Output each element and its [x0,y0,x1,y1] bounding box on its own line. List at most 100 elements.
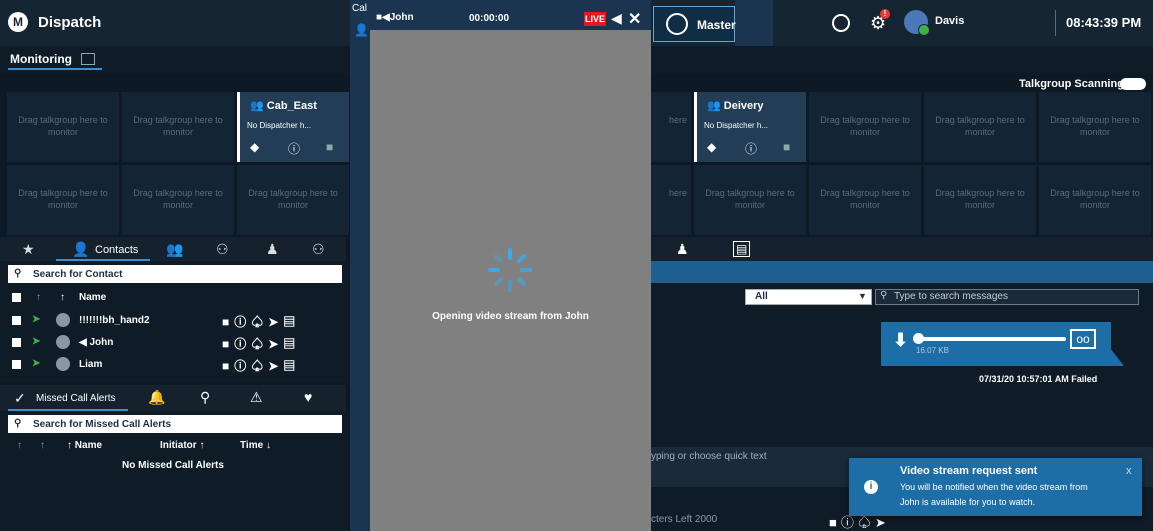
sort-arrow-icon[interactable]: ↑ [17,440,22,451]
row-checkbox[interactable] [12,338,21,347]
toast-body-line2: John is available for you to watch. [900,497,1036,507]
row-checkbox[interactable] [12,316,21,325]
heartbeat-alert-icon[interactable]: ♥ [304,389,312,405]
group-call-icon[interactable]: ♟ [266,241,279,258]
sort-arrow-icon[interactable]: ↑ [36,292,41,303]
search-icon: ⚲ [14,268,22,279]
monitor-slot-empty[interactable]: Drag talkgroup here to monitor [7,165,119,235]
monitor-slot-empty[interactable]: Drag talkgroup here to monitor [924,92,1036,162]
bell-alert-icon[interactable]: 🔔 [148,389,165,406]
tab-missed-call-alerts[interactable]: Missed Call Alerts [36,393,115,404]
slot-hint: Drag talkgroup here to monitor [133,115,223,137]
monitor-slot-empty[interactable]: Drag talkgroup here to monitor [809,165,921,235]
missed-initiator-column-header[interactable]: Initiator ↑ [160,440,204,451]
audio-progress-bar[interactable] [916,337,1066,341]
contact-actions[interactable]: ■ⓘ♤➤▤ [222,357,300,374]
missed-time-column-header[interactable]: Time ↓ [240,440,271,451]
talkgroup-name: 👥 Deivery [707,100,764,112]
slot-hint: Drag talkgroup here to monitor [18,188,108,210]
speaker-icon[interactable]: ◀ [611,10,622,27]
name-column-header[interactable]: Name [79,292,106,303]
missed-call-search-placeholder: Search for Missed Call Alerts [33,419,172,430]
contact-row[interactable]: ➤ Liam ■ⓘ♤➤▤ [0,356,346,378]
favorites-star-icon[interactable]: ★ [22,241,35,258]
talkgroup-scanning-toggle[interactable] [1120,78,1146,90]
contact-search-placeholder: Search for Contact [33,269,123,280]
scan-icon[interactable] [832,14,850,32]
chat-title-bar [651,261,1153,283]
monitor-slot-partial[interactable]: here [651,92,691,162]
monitoring-tab[interactable]: Monitoring [10,52,72,66]
avatar [56,335,70,349]
call-tab-label[interactable]: Cal [352,3,367,14]
monitor-slot-empty[interactable]: Drag talkgroup here to monitor [122,92,234,162]
select-icon[interactable]: ◆ [250,140,259,154]
message-status: 07/31/20 10:57:01 AM Failed [979,374,1098,384]
video-status-message: Opening video stream from John [432,311,589,322]
close-icon[interactable]: ✕ [628,9,641,29]
monitor-slot-empty[interactable]: Drag talkgroup here to monitor [7,92,119,162]
monitor-slot-partial[interactable]: here [651,165,691,235]
empty-missed-calls-message: No Missed Call Alerts [122,460,224,471]
monitor-slot-empty[interactable]: Drag talkgroup here to monitor [237,165,349,235]
loading-spinner-icon [488,248,532,292]
attachment-size: 16.07 KB [916,346,949,355]
person-icon: 👤 [354,23,369,37]
slot-hint: Drag talkgroup here to monitor [248,188,338,210]
missed-name-column-header[interactable]: ↑ Name [67,440,102,451]
select-icon[interactable]: ◆ [707,140,716,154]
monitor-slot-empty[interactable]: Drag talkgroup here to monitor [122,165,234,235]
master-label: Master [697,18,736,32]
contact-row[interactable]: ➤ ◀ John ■ⓘ♤➤▤ [0,334,346,356]
tab-underline [8,409,128,411]
contact-actions[interactable]: ■ⓘ♤➤▤ [222,335,300,352]
missed-call-icon[interactable]: ✓ [14,390,26,407]
monitor-slot-empty[interactable]: Drag talkgroup here to monitor [809,92,921,162]
group-call-icon[interactable]: ♟ [676,241,689,258]
microphone-icon [666,13,688,35]
dynamic-group-icon[interactable]: ⚇ [216,241,229,258]
slot-hint: Drag talkgroup here to monitor [820,115,910,137]
monitor-slot-empty[interactable]: Drag talkgroup here to monitor [694,165,806,235]
header-tab-area [735,0,773,46]
ptt-mic-icon[interactable]: ⓘ [288,140,300,157]
contact-row[interactable]: ➤ !!!!!!!bh_hand2 ■ⓘ♤➤▤ [0,312,346,334]
row-checkbox[interactable] [12,360,21,369]
slot-hint: Drag talkgroup here to monitor [133,188,223,210]
ptt-mic-icon[interactable]: ⓘ [745,140,757,157]
slot-hint: Drag talkgroup here to monitor [1050,115,1140,137]
close-icon[interactable]: x [1126,465,1132,477]
monitor-slot-empty[interactable]: Drag talkgroup here to monitor [1039,165,1151,235]
user-name[interactable]: Davis [935,15,964,27]
slot-hint: Drag talkgroup here to monitor [705,188,795,210]
caller-name: ■◀John [376,12,414,23]
select-all-checkbox[interactable] [12,293,21,302]
alert-badge: ! [880,9,890,19]
emergency-alert-icon[interactable]: ⚠ [250,389,263,406]
video-icon[interactable]: ■ [326,140,333,154]
chat-tab-bar [651,237,1153,261]
sort-arrow-icon[interactable]: ↑ [60,292,65,303]
download-arrow-icon[interactable]: ⬇ [893,330,908,351]
recording-icon[interactable]: ▤ [733,241,751,257]
slot-hint: Drag talkgroup here to monitor [935,188,1025,210]
video-icon[interactable]: ■ [783,140,790,154]
talkgroups-icon[interactable]: 👥 [166,241,183,258]
location-alert-icon[interactable]: ⚲ [200,389,210,406]
monitor-tile-cab-east[interactable]: 👥 Cab_East No Dispatcher h... ◆ ⓘ ■ [237,92,349,162]
popout-icon[interactable] [81,53,95,65]
search-icon: ⚲ [14,418,22,429]
monitor-slot-empty[interactable]: Drag talkgroup here to monitor [924,165,1036,235]
monitor-slot-empty[interactable]: Drag talkgroup here to monitor [1039,92,1151,162]
audio-scrub-handle[interactable] [913,333,924,344]
tab-contacts[interactable]: Contacts [95,244,138,256]
contact-actions[interactable]: ■ⓘ♤➤▤ [222,313,300,330]
sort-arrow-icon[interactable]: ↑ [40,440,45,451]
clock: 08:43:39 PM [1066,15,1142,30]
contacts-header-row: ↑ ↑ Name [0,290,346,312]
download-group-icon[interactable]: ⚇ [312,241,325,258]
voicemail-icon[interactable]: oo [1070,329,1096,349]
monitor-tile-deivery[interactable]: 👥 Deivery No Dispatcher h... ◆ ⓘ ■ [694,92,806,162]
talkgroup-scanning-label: Talkgroup Scanning [1019,78,1124,90]
contact-person-icon[interactable]: 👤 [72,241,89,258]
